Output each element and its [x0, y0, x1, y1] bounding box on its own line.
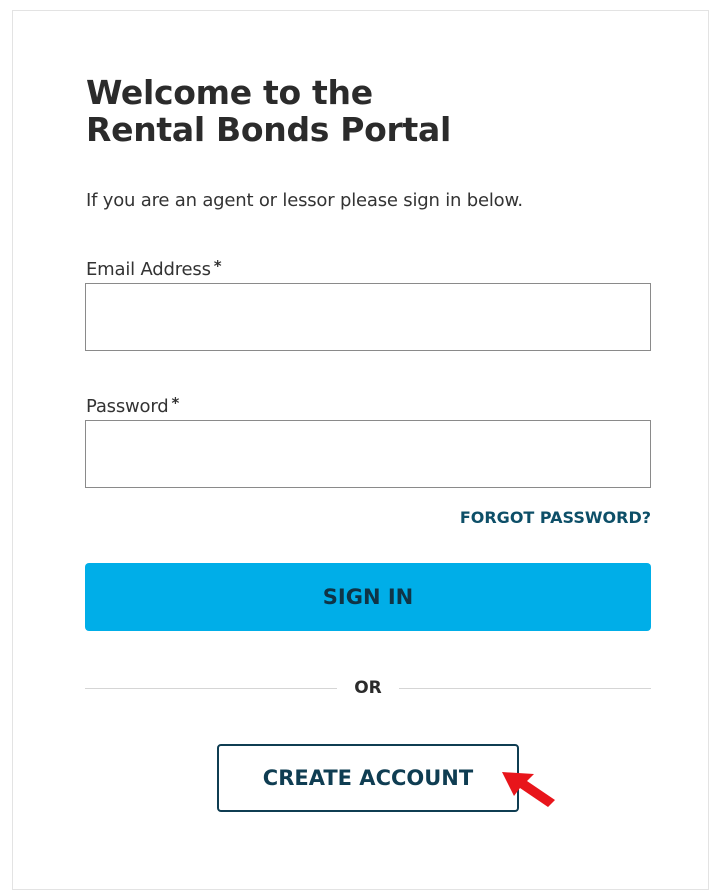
password-label-text: Password [86, 396, 169, 417]
email-field[interactable] [85, 283, 651, 351]
page-title-line-1: Welcome to the [86, 73, 373, 112]
red-arrow-pointer-icon [502, 772, 555, 807]
email-label: Email Address * [86, 257, 222, 280]
password-field[interactable] [85, 420, 651, 488]
page-title-line-2: Rental Bonds Portal [86, 110, 451, 149]
page-title: Welcome to the Rental Bonds Portal [86, 74, 451, 148]
password-label: Password * [86, 394, 179, 417]
sign-in-button[interactable]: SIGN IN [85, 563, 651, 631]
create-account-button[interactable]: CREATE ACCOUNT [217, 744, 519, 812]
required-marker: * [213, 257, 222, 275]
divider-line-left [85, 688, 337, 689]
divider-line-right [399, 688, 651, 689]
required-marker: * [171, 394, 180, 412]
email-label-text: Email Address [86, 259, 211, 280]
intro-text: If you are an agent or lessor please sig… [86, 190, 523, 211]
forgot-password-link[interactable]: FORGOT PASSWORD? [460, 508, 651, 527]
or-divider-text: OR [354, 678, 382, 698]
